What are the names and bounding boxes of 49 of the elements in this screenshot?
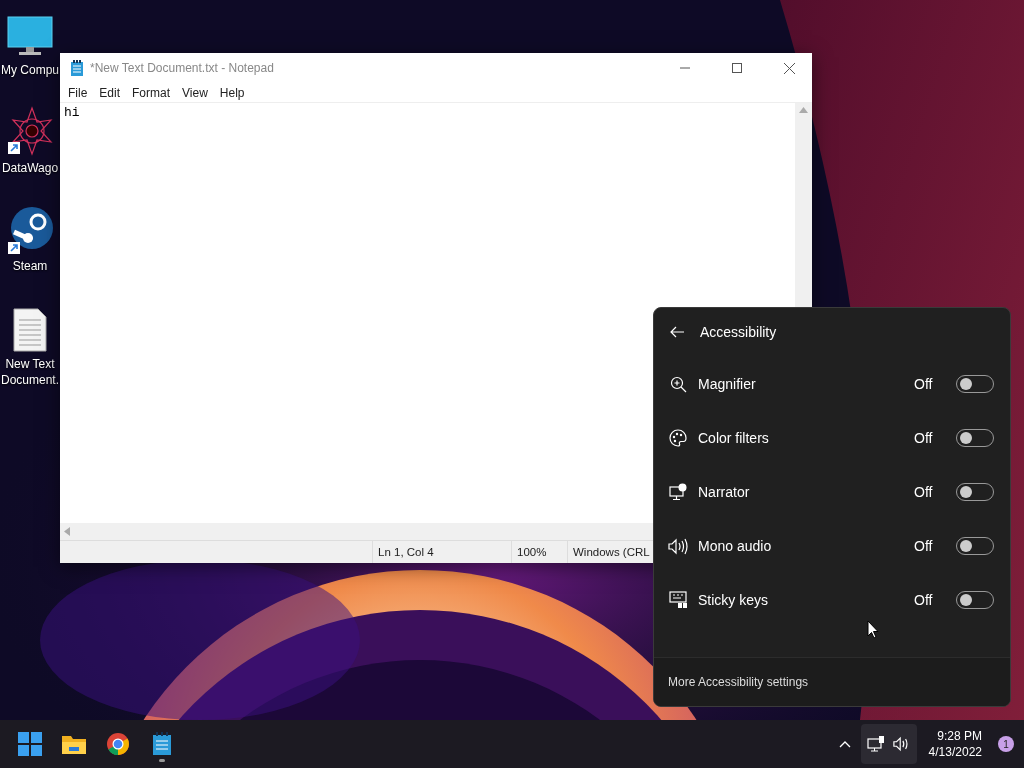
back-icon [670,326,684,338]
setting-label: Narrator [698,484,751,500]
icon-label: Steam [11,258,49,274]
status-text: 100% [512,541,568,563]
status-text: Ln 1, Col 4 [373,541,512,563]
keyboard-icon [668,591,688,609]
setting-label: Color filters [698,430,770,446]
document-icon[interactable] [12,308,48,352]
app-icon[interactable] [6,206,54,254]
notepad-icon [70,59,84,77]
state-text: Off [914,376,934,392]
window-title: *New Text Document.txt - Notepad [90,61,275,75]
star-pattern-icon[interactable] [6,106,54,156]
menu-item[interactable]: Help [213,85,251,100]
flyout-title: Accessibility [700,324,777,340]
monitor-icon [866,736,885,752]
icon-label: New Text Document. [0,356,60,388]
notepad-icon [152,732,172,756]
chevron-up-icon [838,740,851,748]
notification-badge[interactable]: 1 [998,736,1014,752]
state-text: Off [914,430,934,446]
state-text: Off [914,592,934,608]
icon-label: DataWago [0,160,60,176]
pointer-icon [867,620,879,639]
folder-icon [61,733,87,755]
setting-label: Magnifier [698,376,757,392]
state-text: Off [914,484,934,500]
state-text: Off [914,538,934,554]
monitor-icon[interactable] [7,16,53,58]
menu-item[interactable]: Format [126,85,177,100]
setting-label: Mono audio [698,538,773,554]
close-icon [783,62,795,74]
speaker-icon [668,537,688,555]
windows-logo-icon [18,732,42,756]
maximize-icon [732,63,742,73]
back-button[interactable] [668,324,686,340]
icon-label: My Compu [0,62,60,78]
clock-button[interactable]: 9:28 PM 4/13/2022 [920,724,990,764]
palette-icon [669,429,687,447]
monitor-speech-icon [669,483,687,501]
menu-item[interactable]: Edit [93,85,127,100]
speaker-icon [892,736,911,752]
menu-item[interactable]: File [62,85,94,100]
magnifier-icon [669,375,687,393]
browser-icon [106,732,130,756]
setting-label: Sticky keys [698,592,769,608]
settings-link[interactable]: More Accessibility settings [668,675,809,689]
quick-settings-button[interactable] [860,724,917,764]
menu-item[interactable]: View [176,85,214,100]
